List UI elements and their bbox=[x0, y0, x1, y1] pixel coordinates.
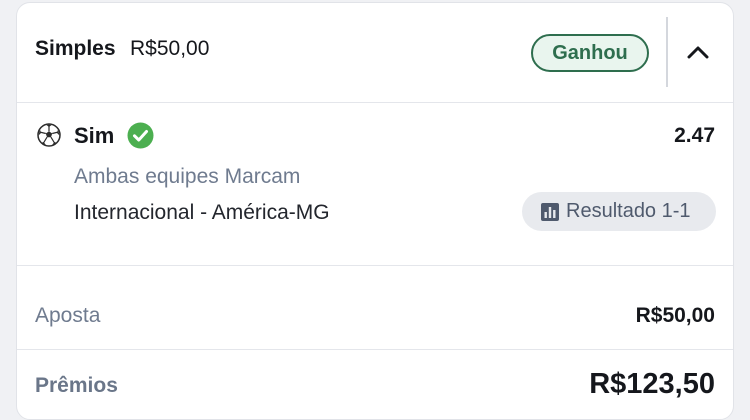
soccer-ball-icon bbox=[37, 123, 61, 147]
prize-label: Prêmios bbox=[35, 374, 118, 397]
collapse-button[interactable] bbox=[679, 33, 717, 71]
chevron-up-icon bbox=[687, 46, 709, 59]
stake-row: Aposta R$50,00 bbox=[17, 266, 733, 348]
check-circle-icon bbox=[127, 122, 154, 149]
stake-value: R$50,00 bbox=[635, 304, 715, 327]
prize-row: Prêmios R$123,50 bbox=[17, 349, 733, 419]
bet-header: Simples R$50,00 Ganhou bbox=[17, 3, 733, 103]
result-label: Resultado 1-1 bbox=[566, 200, 691, 222]
pick-label: Sim bbox=[74, 123, 115, 148]
bar-chart-icon bbox=[541, 202, 559, 221]
odds-value: 2.47 bbox=[674, 124, 715, 147]
bet-type-label: Simples bbox=[35, 37, 116, 60]
stake-label: Aposta bbox=[35, 304, 101, 327]
bet-amount: R$50,00 bbox=[130, 37, 210, 60]
bet-card: Simples R$50,00 Ganhou Sim 2.47 Ambas eq… bbox=[16, 2, 734, 420]
status-badge: Ganhou bbox=[531, 34, 649, 72]
market-name: Ambas equipes Marcam bbox=[74, 165, 301, 188]
result-chip[interactable]: Resultado 1-1 bbox=[522, 192, 716, 231]
bet-selection: Sim 2.47 Ambas equipes Marcam Internacio… bbox=[17, 103, 733, 266]
header-divider bbox=[666, 17, 668, 87]
event-name[interactable]: Internacional - América-MG bbox=[74, 201, 330, 225]
prize-value: R$123,50 bbox=[589, 368, 715, 400]
